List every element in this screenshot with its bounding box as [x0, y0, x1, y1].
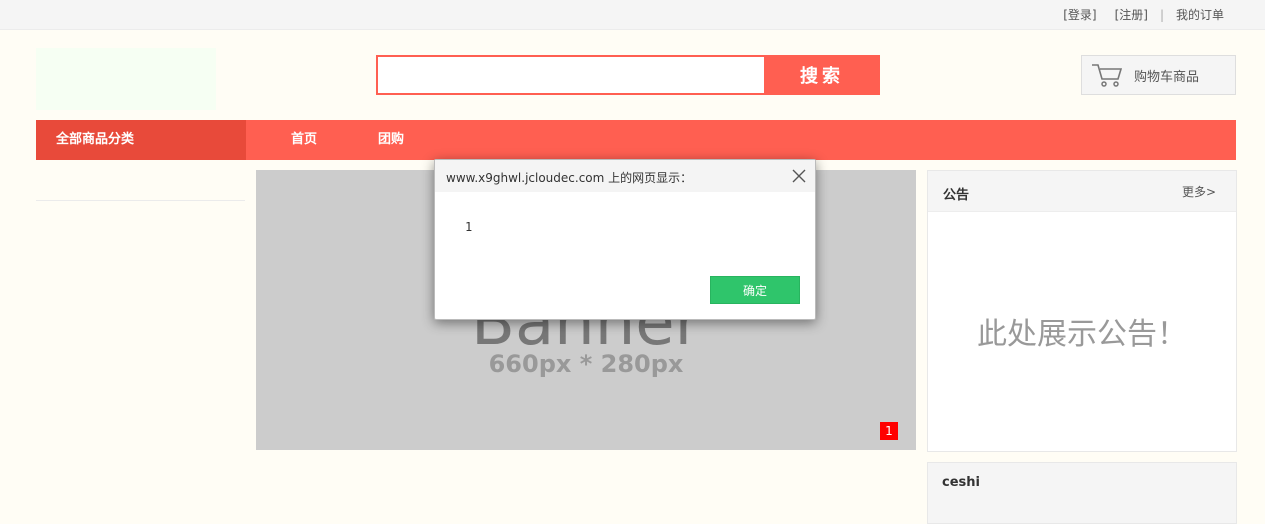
cart-icon	[1092, 64, 1123, 87]
category-divider	[36, 200, 245, 201]
logo[interactable]	[36, 48, 216, 110]
cart-button[interactable]: 购物车商品	[1081, 55, 1236, 95]
section-title: ceshi	[942, 475, 980, 490]
search-input[interactable]	[376, 55, 766, 95]
banner-page-indicator[interactable]: 1	[880, 422, 898, 440]
notice-panel: 公告 更多> 此处展示公告！	[927, 170, 1237, 452]
register-link[interactable]: [注册]	[1115, 6, 1148, 23]
search-bar: 搜索	[376, 55, 880, 95]
nav-item-group-buy[interactable]: 团购	[378, 120, 404, 160]
dialog-title: www.x9ghwl.jcloudec.com 上的网页显示：	[446, 171, 693, 185]
section-panel: ceshi	[927, 462, 1237, 524]
dialog-header: www.x9ghwl.jcloudec.com 上的网页显示：	[435, 160, 815, 192]
notice-title: 公告	[943, 188, 970, 203]
search-button[interactable]: 搜索	[764, 55, 880, 95]
top-links: [登录] [注册] | 我的订单	[1063, 6, 1224, 23]
login-link[interactable]: [登录]	[1063, 6, 1096, 23]
alert-dialog: www.x9ghwl.jcloudec.com 上的网页显示： 1 确定	[434, 159, 816, 320]
all-categories-button[interactable]: 全部商品分类	[36, 120, 246, 160]
nav-item-home[interactable]: 首页	[291, 120, 317, 160]
banner-subtitle: 660px * 280px	[488, 350, 684, 378]
notice-more-link[interactable]: 更多>	[1182, 183, 1216, 200]
separator: |	[1159, 7, 1164, 22]
main-nav: 全部商品分类 首页 团购	[36, 120, 1236, 160]
notice-body: 此处展示公告！	[977, 317, 1187, 352]
ok-button[interactable]: 确定	[710, 276, 800, 304]
close-icon[interactable]	[791, 168, 807, 184]
my-orders-link[interactable]: 我的订单	[1176, 6, 1224, 23]
cart-label: 购物车商品	[1134, 69, 1200, 85]
notice-header: 公告 更多>	[928, 171, 1236, 212]
dialog-message: 1	[465, 220, 473, 234]
top-bar: [登录] [注册] | 我的订单	[0, 0, 1265, 30]
